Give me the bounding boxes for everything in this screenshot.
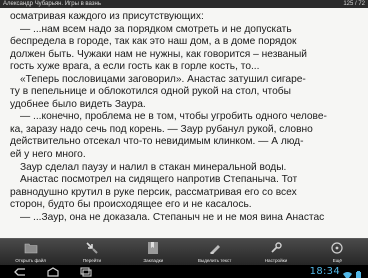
more-icon	[330, 241, 344, 255]
reader-page[interactable]: осматривая каждого из присутствующих: — …	[0, 8, 368, 238]
goto-label: Перейти	[82, 258, 102, 263]
reader-toolbar: Открыть файл Перейти Закладки Выделить т…	[0, 238, 368, 265]
text-line: Анастас посмотрел на сидящего напротив С…	[20, 174, 298, 186]
text-line: беспредела в городе, так как это наш дом…	[10, 36, 297, 48]
bookmark-icon	[146, 241, 160, 255]
open-file-label: Открыть файл	[15, 258, 47, 263]
text-line: — ...Заур, она не доказала. Степаныч не …	[20, 211, 325, 223]
back-icon[interactable]	[12, 266, 30, 277]
recent-apps-icon[interactable]	[76, 266, 94, 277]
highlight-icon	[208, 241, 222, 255]
page-counter: 125 / 72	[343, 1, 365, 7]
battery-icon	[354, 267, 363, 278]
text-line: осматривая каждого из присутствующих:	[10, 11, 204, 22]
goto-icon	[85, 241, 99, 255]
settings-label: Настройки	[264, 258, 288, 263]
home-icon[interactable]	[44, 266, 62, 277]
more-button[interactable]: Ещё	[308, 239, 366, 266]
settings-icon	[269, 241, 283, 255]
open-file-button[interactable]: Открыть файл	[2, 239, 60, 266]
highlight-text-button[interactable]: Выделить текст	[186, 239, 244, 266]
text-line: равнодушно крутил в руке персик, рассмат…	[10, 186, 297, 198]
status-bar: Александр Чубарьян. Игры в вазнь 125 / 7…	[0, 0, 368, 8]
text-line: гость хуже врага, а если гость как в гор…	[10, 61, 260, 73]
clock: 18:34	[309, 266, 340, 277]
text-line: действительно отсекал что-то невидимым к…	[10, 136, 304, 148]
text-line: должен быть. Чужаки нам не нужны, как го…	[10, 48, 307, 60]
goto-button[interactable]: Перейти	[63, 239, 121, 266]
highlight-text-label: Выделить текст	[197, 258, 232, 263]
text-line: Заур сделал паузу и налил в стакан минер…	[20, 161, 287, 173]
text-line: — ...нам всем надо за порядком смотреть …	[20, 23, 292, 35]
folder-icon	[24, 241, 38, 255]
more-label: Ещё	[332, 258, 342, 263]
settings-button[interactable]: Настройки	[247, 239, 305, 266]
text-line: удобнее было видеть Заура.	[10, 98, 146, 110]
text-line: — ...конечно, проблема не в том, чтобы у…	[20, 111, 327, 123]
wifi-icon	[343, 267, 352, 278]
book-title: Александр Чубарьян. Игры в вазнь	[3, 1, 102, 7]
system-navbar: 18:34	[0, 265, 368, 278]
text-line: сторон, будто бы происходящее его и не к…	[10, 199, 252, 211]
text-line: ту в пепельнице и облокотился одной руко…	[10, 86, 291, 98]
text-line: «Теперь пословицами заговорил». Анастас …	[20, 73, 306, 85]
text-line: ей у него много.	[10, 149, 86, 161]
bookmarks-label: Закладки	[143, 258, 164, 263]
text-line: ка, заразу надо сечь под корень. — Заур …	[10, 123, 313, 135]
bookmarks-button[interactable]: Закладки	[124, 239, 182, 266]
